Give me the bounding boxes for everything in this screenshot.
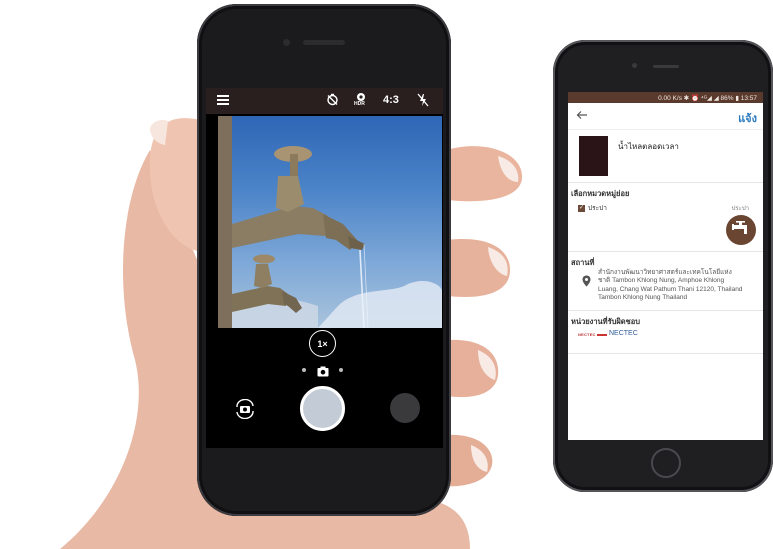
photo-row: น้ำไหลตลอดเวลา [568, 130, 763, 183]
mode-dot[interactable] [339, 368, 343, 372]
category-checkbox[interactable]: ✓ ประปา [578, 203, 607, 213]
status-bar: 0.00 K/s ✱ ⏰ ⁴ᴳ◢ ◢ 86% ▮ 13:57 [568, 92, 763, 103]
earpiece [653, 65, 679, 68]
camera-mode-icon[interactable] [317, 364, 329, 382]
report-screen: 0.00 K/s ✱ ⏰ ⁴ᴳ◢ ◢ 86% ▮ 13:57 แจ้ง น้ำไ… [568, 92, 763, 440]
hdr-label: HDR [354, 101, 365, 107]
mode-dot[interactable] [302, 368, 306, 372]
back-arrow-icon[interactable] [576, 109, 588, 123]
faucet-icon[interactable] [726, 215, 756, 245]
photo-thumbnail[interactable] [579, 136, 608, 176]
hdr-icon[interactable]: HDR [354, 92, 368, 111]
address-line: Tambon Khlong Nung Thailand [598, 293, 688, 301]
flash-off-icon[interactable] [417, 93, 429, 110]
aspect-ratio-button[interactable]: 4:3 [383, 94, 399, 106]
front-camera [632, 63, 637, 68]
location-address: สำนักงานพัฒนาวิทยาศาสตร์และเทคโนโลยีแห่ง… [598, 269, 763, 302]
location-title: สถานที่ [571, 258, 595, 267]
agency-title: หน่วยงานที่รับผิดชอบ [571, 317, 641, 326]
location-section: สถานที่ สำนักงานพัฒนาวิทยาศาสตร์และเทคโน… [568, 252, 763, 311]
right-phone: 0.00 K/s ✱ ⏰ ⁴ᴳ◢ ◢ 86% ▮ 13:57 แจ้ง น้ำไ… [553, 40, 773, 492]
selected-category-label: ประปา [731, 206, 749, 212]
camera-screen: HDR 4:3 1× [206, 88, 443, 448]
shutter-button[interactable] [300, 386, 345, 431]
timer-off-icon[interactable] [326, 93, 339, 109]
app-bar: แจ้ง [568, 103, 763, 130]
left-phone: HDR 4:3 1× [197, 4, 451, 516]
mode-selector [206, 364, 443, 377]
category-title: เลือกหมวดหมู่ย่อย [571, 189, 630, 198]
agency-name: NECTEC [609, 330, 638, 337]
category-section: เลือกหมวดหมู่ย่อย ✓ ประปา ประปา [568, 183, 763, 252]
location-pin-icon [582, 274, 591, 287]
gallery-thumbnail[interactable] [390, 393, 420, 423]
home-button[interactable] [651, 448, 681, 478]
report-button[interactable]: แจ้ง [738, 109, 757, 127]
address-line: ชาติ Tambon Khlong Nung, Amphoe Khlong [598, 277, 725, 285]
address-line: Luang, Chang Wat Pathum Thani 12120, Tha… [598, 285, 743, 293]
photo-caption: น้ำไหลตลอดเวลา [618, 142, 679, 151]
agency-section: หน่วยงานที่รับผิดชอบ NECTEC NECTEC [568, 311, 763, 354]
checkbox-checked-icon: ✓ [578, 204, 585, 212]
front-camera [283, 39, 290, 46]
zoom-button[interactable]: 1× [309, 330, 336, 357]
camera-toolbar: HDR 4:3 [206, 88, 443, 114]
camera-viewfinder[interactable] [218, 116, 442, 328]
earpiece [303, 40, 345, 45]
switch-camera-icon[interactable] [233, 398, 257, 420]
category-checkbox-label: ประปา [588, 205, 607, 212]
menu-icon[interactable] [217, 95, 229, 105]
agency-logo: NECTEC [578, 332, 607, 337]
